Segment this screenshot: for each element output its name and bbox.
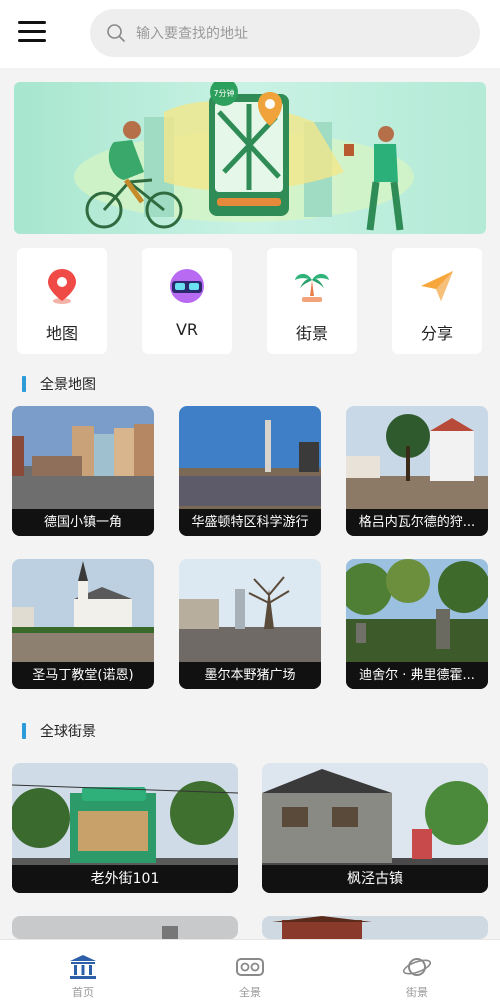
banner-badge-text: 7分钟	[213, 88, 234, 98]
category-label: 街景	[295, 324, 328, 343]
menu-icon[interactable]	[18, 18, 48, 46]
category-map[interactable]: 地图	[17, 248, 107, 354]
banner-art: 7分钟	[74, 82, 414, 231]
category-label: VR	[175, 320, 199, 339]
top-bar	[0, 0, 500, 68]
banner-illustration[interactable]: 7分钟	[14, 82, 486, 234]
panorama-card[interactable]: 墨尔本野猪广场	[179, 559, 321, 689]
street-thumbnail	[12, 916, 238, 939]
museum-icon	[70, 955, 96, 979]
vr-glasses-icon	[236, 958, 264, 976]
bottom-nav: 首页 全景 街景	[0, 939, 500, 1002]
tab-street[interactable]: 街景	[367, 940, 467, 1002]
category-label: 分享	[420, 324, 453, 343]
panorama-label: 格吕内瓦尔德的狩...	[346, 509, 488, 536]
street-thumbnail	[262, 916, 488, 939]
panorama-card[interactable]: 华盛顿特区科学游行	[179, 406, 321, 536]
category-vr[interactable]: VR	[142, 248, 232, 354]
tab-label: 全景	[239, 986, 261, 999]
street-card[interactable]: 老外街101	[12, 763, 238, 893]
panorama-label: 华盛顿特区科学游行	[179, 509, 321, 536]
tab-label: 街景	[406, 986, 428, 999]
tab-panorama[interactable]: 全景	[200, 940, 300, 1002]
tab-home[interactable]: 首页	[33, 940, 133, 1002]
panorama-label: 德国小镇一角	[12, 509, 154, 536]
search-input[interactable]	[134, 9, 458, 59]
search-icon	[107, 24, 125, 42]
street-card[interactable]: 枫泾古镇	[262, 763, 488, 893]
panorama-card[interactable]: 圣马丁教堂(诺恩)	[12, 559, 154, 689]
panorama-card[interactable]: 格吕内瓦尔德的狩...	[346, 406, 488, 536]
category-label: 地图	[45, 324, 78, 343]
map-pin-icon	[48, 269, 76, 304]
panorama-card[interactable]: 迪舍尔 · 弗里德霍...	[346, 559, 488, 689]
street-label: 枫泾古镇	[262, 865, 488, 893]
category-street[interactable]: 街景	[267, 248, 357, 354]
vr-headset-icon	[170, 269, 204, 303]
paper-plane-icon	[421, 271, 453, 301]
search-box[interactable]	[90, 9, 480, 59]
panorama-label: 迪舍尔 · 弗里德霍...	[346, 662, 488, 689]
street-label: 老外街101	[12, 865, 238, 893]
planet-icon	[402, 958, 432, 976]
panorama-label: 墨尔本野猪广场	[179, 662, 321, 689]
category-share[interactable]: 分享	[392, 248, 482, 354]
street-card-partial[interactable]	[12, 916, 238, 939]
palm-tree-icon	[295, 273, 329, 302]
panorama-label: 圣马丁教堂(诺恩)	[12, 662, 154, 689]
panorama-card[interactable]: 德国小镇一角	[12, 406, 154, 536]
tab-label: 首页	[72, 986, 94, 999]
street-card-partial[interactable]	[262, 916, 488, 939]
